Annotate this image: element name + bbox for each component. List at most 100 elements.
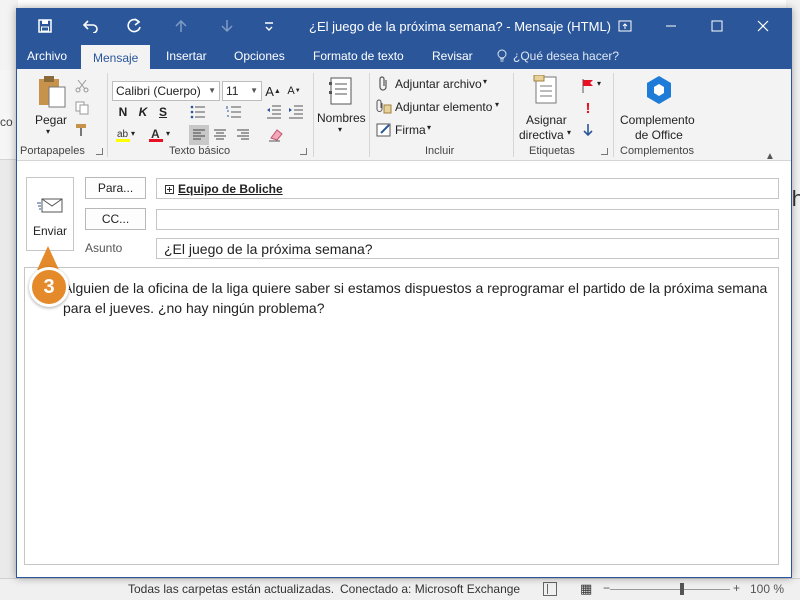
underline-button[interactable]: S xyxy=(154,103,172,121)
cc-button[interactable]: CC... xyxy=(85,208,146,230)
tab-formato-de-texto[interactable]: Formato de texto xyxy=(313,45,404,69)
to-button[interactable]: Para... xyxy=(85,177,146,199)
normal-view-icon[interactable] xyxy=(543,582,557,596)
align-left-icon[interactable] xyxy=(189,125,209,145)
subject-value: ¿El juego de la próxima semana? xyxy=(164,241,373,257)
tab-insertar[interactable]: Insertar xyxy=(166,45,207,69)
copy-icon[interactable] xyxy=(73,99,91,117)
message-body[interactable]: Alguien de la oficina de la liga quiere … xyxy=(24,267,779,565)
bold-button[interactable]: N xyxy=(114,103,132,121)
increase-indent-icon[interactable] xyxy=(287,103,305,121)
signature-icon xyxy=(376,123,391,137)
group-divider xyxy=(369,73,370,157)
close-icon[interactable] xyxy=(751,14,775,38)
tell-me-text: ¿Qué desea hacer? xyxy=(513,49,620,63)
zoom-slider-thumb[interactable] xyxy=(680,583,684,595)
decrease-indent-icon[interactable] xyxy=(265,103,283,121)
group-divider xyxy=(613,73,614,157)
zoom-out-icon[interactable]: − xyxy=(603,581,610,595)
attach-file-button[interactable]: Adjuntar archivo ▾ xyxy=(375,75,495,95)
attach-item-button[interactable]: Adjuntar elemento ▾ xyxy=(375,98,505,118)
highlight-dropdown-icon[interactable]: ▾ xyxy=(131,129,135,138)
recipient-chip[interactable]: Equipo de Boliche xyxy=(165,182,283,196)
save-icon[interactable] xyxy=(33,15,57,37)
collapse-ribbon-icon[interactable]: ▲ xyxy=(765,151,775,162)
send-button[interactable]: Enviar xyxy=(26,177,74,251)
to-field[interactable]: Equipo de Boliche xyxy=(156,178,779,199)
status-connection: Conectado a: Microsoft Exchange xyxy=(340,582,521,596)
policy-icon xyxy=(533,75,557,104)
signature-dropdown-icon: ▾ xyxy=(427,123,432,132)
shrink-font-icon[interactable]: A ▼ xyxy=(285,82,303,100)
reading-view-icon[interactable]: ▦ xyxy=(580,582,594,596)
paste-button[interactable]: Pegar ▾ xyxy=(31,73,71,136)
tab-mensaje[interactable]: Mensaje xyxy=(81,45,151,69)
group-incluir: Incluir xyxy=(425,145,455,157)
names-button[interactable]: Nombres ▾ xyxy=(317,73,366,139)
assign-policy-button[interactable]: Asignar directiva ▾ xyxy=(517,73,575,143)
tab-opciones[interactable]: Opciones xyxy=(234,45,285,69)
ribbon: Pegar ▾ Portapapeles Calibri (Cuerpo) ▼ … xyxy=(17,69,791,162)
names-dropdown-icon: ▾ xyxy=(338,125,343,134)
clipboard-icon xyxy=(39,76,66,108)
signature-button[interactable]: Firma ▾ xyxy=(375,121,455,141)
attach-file-dropdown-icon: ▾ xyxy=(483,77,488,86)
tab-archivo[interactable]: Archivo xyxy=(27,45,67,69)
subject-field[interactable]: ¿El juego de la próxima semana? xyxy=(156,238,779,259)
clear-formatting-icon[interactable] xyxy=(267,126,285,144)
font-size-value: 11 xyxy=(226,84,239,98)
etiquetas-launcher-icon[interactable] xyxy=(601,148,608,155)
expand-group-icon[interactable] xyxy=(165,184,174,194)
recipient-name: Equipo de Boliche xyxy=(178,182,283,196)
tab-revisar[interactable]: Revisar xyxy=(432,45,473,69)
grow-font-icon[interactable]: A ▲ xyxy=(264,82,282,100)
attach-item-label: Adjuntar elemento xyxy=(395,100,493,114)
high-importance-icon[interactable]: ! xyxy=(579,99,597,117)
format-painter-icon[interactable] xyxy=(73,121,91,139)
undo-icon[interactable] xyxy=(79,15,103,37)
restore-icon[interactable] xyxy=(613,14,637,38)
align-center-icon[interactable] xyxy=(211,126,229,144)
font-size-select[interactable]: 11 ▼ xyxy=(222,81,262,101)
redo-icon[interactable] xyxy=(123,15,147,37)
zoom-slider[interactable] xyxy=(610,589,730,590)
group-divider xyxy=(107,73,108,157)
maximize-icon[interactable] xyxy=(705,14,729,38)
flag-dropdown-icon[interactable]: ▾ xyxy=(597,79,601,88)
minimize-icon[interactable] xyxy=(659,14,683,38)
down-arrow-icon xyxy=(215,15,239,37)
italic-button[interactable]: K xyxy=(134,103,152,121)
group-texto-basico: Texto básico xyxy=(169,145,231,157)
bullets-icon[interactable] xyxy=(189,103,207,121)
paste-label: Pegar xyxy=(35,113,68,127)
compose-window: ¿El juego de la próxima semana? - Mensaj… xyxy=(16,8,792,578)
attach-item-dropdown-icon: ▾ xyxy=(495,100,500,109)
send-label: Enviar xyxy=(32,224,67,238)
numbering-icon[interactable] xyxy=(225,103,243,121)
low-importance-icon[interactable] xyxy=(579,121,597,139)
names-label: Nombres xyxy=(317,111,366,125)
highlight-icon[interactable]: ab xyxy=(114,126,132,144)
texto-basico-launcher-icon[interactable] xyxy=(300,148,307,155)
font-name-select[interactable]: Calibri (Cuerpo) ▼ xyxy=(112,81,220,101)
customize-icon[interactable] xyxy=(257,15,281,37)
svg-text:ab: ab xyxy=(117,129,129,140)
font-color-dropdown-icon[interactable]: ▾ xyxy=(166,129,170,138)
align-right-icon[interactable] xyxy=(234,126,252,144)
zoom-level[interactable]: 100 % xyxy=(750,582,784,596)
cut-icon[interactable] xyxy=(73,77,91,95)
office-addin-button[interactable]: Complemento de Office xyxy=(617,73,701,143)
cc-field[interactable] xyxy=(156,209,779,230)
title-bar: ¿El juego de la próxima semana? - Mensaj… xyxy=(17,9,791,45)
office-addin-icon xyxy=(647,76,671,104)
subject-label: Asunto xyxy=(85,241,123,255)
window-title: ¿El juego de la próxima semana? - Mensaj… xyxy=(309,19,612,34)
font-color-icon[interactable]: A xyxy=(147,126,165,144)
flag-icon[interactable] xyxy=(579,77,597,95)
portapapeles-launcher-icon[interactable] xyxy=(96,148,103,155)
group-portapapeles: Portapapeles xyxy=(20,145,85,157)
font-name-dropdown-icon: ▼ xyxy=(208,86,216,95)
zoom-in-icon[interactable]: + xyxy=(733,581,740,595)
attach-file-label: Adjuntar archivo xyxy=(395,77,482,91)
tell-me-box[interactable]: ¿Qué desea hacer? xyxy=(497,49,619,63)
